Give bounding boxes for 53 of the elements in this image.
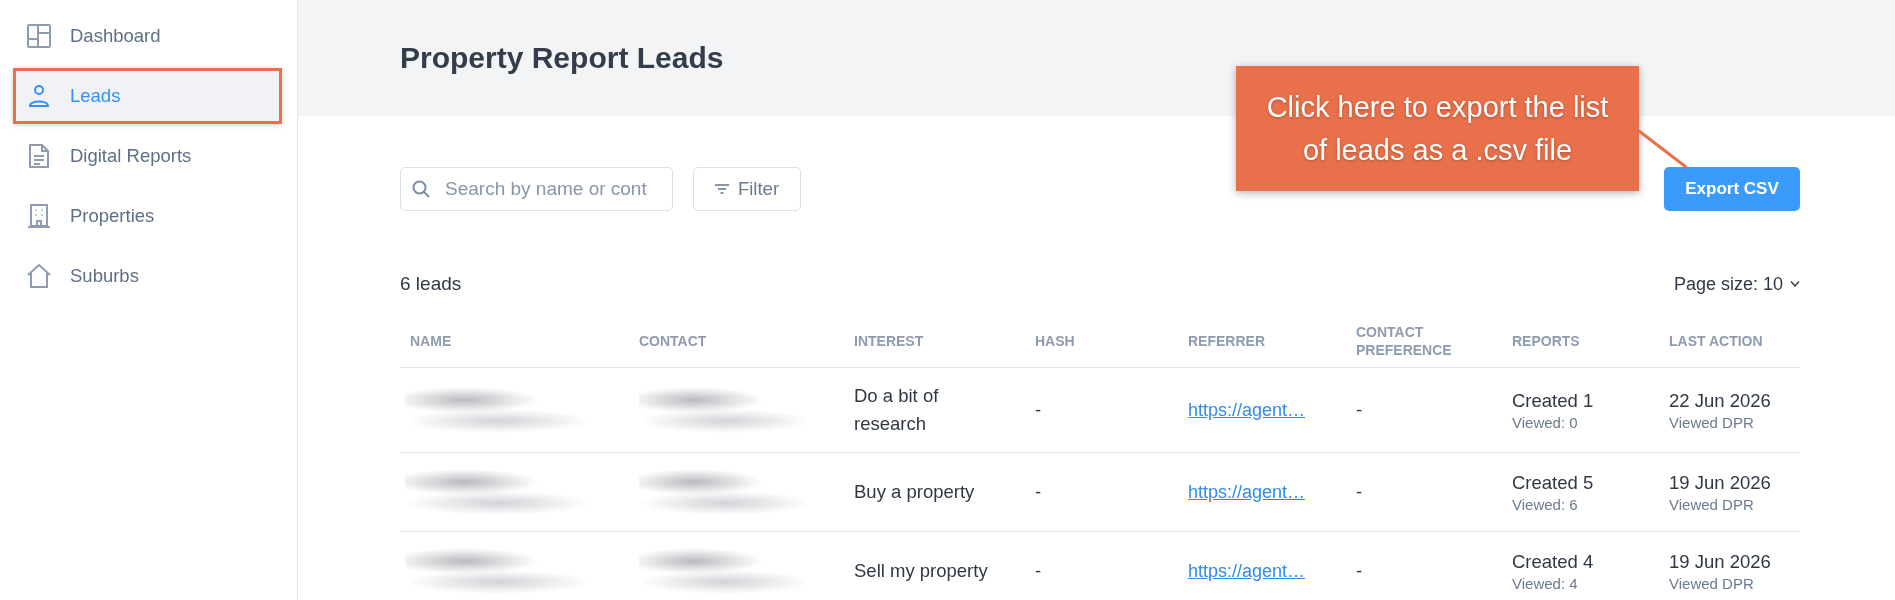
column-header: LAST ACTION (1669, 331, 1763, 350)
referrer-link[interactable]: https://agent… (1188, 481, 1306, 503)
annotation-callout: Click here to export the list of leads as a .csv file (1236, 66, 1639, 191)
reports-viewed-text: Viewed: 6 (1512, 494, 1578, 515)
page-title: Property Report Leads (400, 41, 724, 75)
referrer-link[interactable]: https://agent… (1188, 560, 1306, 582)
column-header: REPORTS (1512, 331, 1580, 350)
interest-text: Sell my property (854, 559, 988, 583)
lead-count: 6 leads (400, 273, 462, 295)
page-size-select[interactable]: Page size: 10 (1673, 273, 1800, 295)
reports-viewed-text: Viewed: 0 (1512, 412, 1578, 433)
search-icon (412, 180, 430, 198)
last-action-date: 19 Jun 2026 (1669, 470, 1771, 495)
hash-text: - (1035, 559, 1042, 583)
search-field[interactable]: Search by name or cont (400, 167, 673, 211)
column-header: CONTACT PREFERENCE (1356, 322, 1453, 359)
reports-viewed-text: Viewed: 4 (1512, 573, 1578, 594)
contact-preference-text: - (1356, 398, 1363, 422)
export-csv-button[interactable]: Export CSV (1664, 167, 1800, 211)
interest-text: Do a bit of research (854, 384, 940, 436)
sidebar-item[interactable]: Dashboard (14, 9, 281, 63)
column-header: NAME (410, 331, 452, 350)
sidebar-item[interactable]: Suburbs (14, 249, 281, 303)
building-icon (27, 204, 51, 228)
last-action-detail: Viewed DPR (1669, 573, 1754, 594)
column-header: HASH (1035, 331, 1075, 350)
last-action-date: 22 Jun 2026 (1669, 388, 1771, 413)
contact-preference-text: - (1356, 480, 1363, 504)
person-icon (27, 84, 51, 108)
reports-created-text: Created 5 (1512, 470, 1594, 495)
column-header: REFERRER (1188, 331, 1265, 350)
column-header: INTEREST (854, 331, 924, 350)
reports-created-text: Created 4 (1512, 549, 1594, 574)
sidebar-item[interactable]: Leads (14, 69, 281, 123)
filter-button[interactable]: Filter (693, 167, 801, 211)
house-icon (27, 264, 51, 288)
interest-text: Buy a property (854, 480, 975, 504)
sidebar-item[interactable]: Properties (14, 189, 281, 243)
hash-text: - (1035, 480, 1042, 504)
last-action-detail: Viewed DPR (1669, 494, 1754, 515)
chevron-down-icon (1790, 281, 1800, 287)
last-action-detail: Viewed DPR (1669, 412, 1754, 433)
sidebar-item[interactable]: Digital Reports (14, 129, 281, 183)
reports-created-text: Created 1 (1512, 388, 1594, 413)
referrer-link[interactable]: https://agent… (1188, 399, 1306, 421)
hash-text: - (1035, 398, 1042, 422)
document-icon (27, 144, 51, 168)
dashboard-icon (27, 24, 51, 48)
leader-line (1637, 129, 1688, 169)
column-header: CONTACT (639, 331, 707, 350)
contact-preference-text: - (1356, 559, 1363, 583)
filter-icon (714, 184, 729, 194)
last-action-date: 19 Jun 2026 (1669, 549, 1771, 574)
